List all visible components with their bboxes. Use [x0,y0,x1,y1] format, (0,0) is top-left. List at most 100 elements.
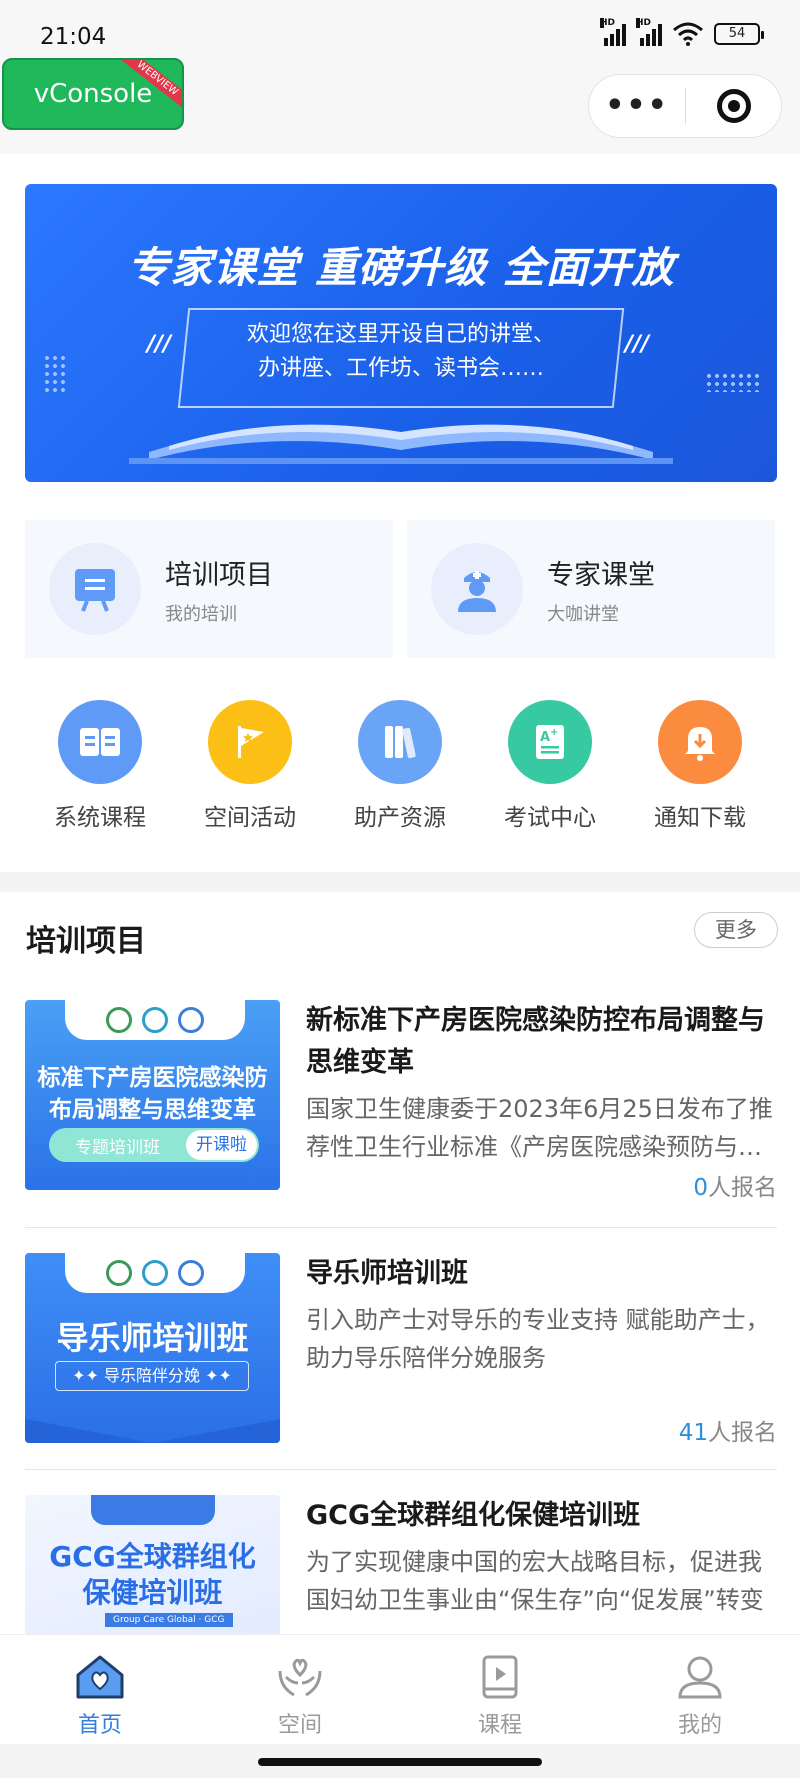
home-indicator[interactable] [258,1758,542,1766]
section-gap [0,872,800,892]
exam-icon: A + [508,700,592,784]
course-book-icon [482,1655,518,1699]
doctor-icon [431,543,523,635]
card-title: 专家课堂 [547,559,655,591]
tab-label: 首页 [77,1713,122,1738]
item-description: 国家卫生健康委于2023年6月25日发布了推荐性卫生行业标准《产房医院感染预防与… [306,1095,773,1161]
status-bar: 21:04 HD HD 54 [0,0,800,60]
flag-icon [208,700,292,784]
course-thumbnail: 导乐师培训班 ✦✦ 导乐陪伴分娩 ✦✦ [25,1253,280,1443]
card-subtitle: 我的培训 [165,603,237,625]
wifi-icon [673,22,703,46]
status-time: 21:04 [40,24,107,50]
more-button[interactable]: 更多 [694,912,778,948]
open-book-icon [129,424,673,464]
nav-label: 空间活动 [204,805,296,831]
quick-nav: 系统课程 空间活动 助产资源 A + 考试中心 通知下载 [0,700,800,832]
svg-text:+: + [550,727,558,738]
thumb-text: 布局调整与思维变革 [49,1097,256,1123]
close-mini-program-button[interactable] [686,89,781,123]
section-title: 培训项目 [26,924,146,959]
thumb-decor [25,1419,280,1443]
mini-program-capsule: ••• [588,74,782,138]
list-item[interactable]: GCG全球群组化 保健培训班 Group Care Global · GCG G… [25,1495,777,1634]
item-description: 为了实现健康中国的宏大战略目标，促进我国妇幼卫生事业由“保生存”向“促发展”转变 [306,1548,764,1614]
card-training-project[interactable]: 培训项目 我的培训 [25,520,393,658]
signal-icon: HD [636,18,662,46]
divider [25,1469,777,1470]
book-icon [58,700,142,784]
enroll-count: 0人报名 [693,1168,777,1202]
tab-courses[interactable]: 课程 [400,1635,600,1744]
course-thumbnail: 标准下产房医院感染防 布局调整与思维变革 专题培训班 开课啦 [25,1000,280,1190]
banner-subtitle: 欢迎您在这里开设自己的讲堂、 办讲座、工作坊、读书会…… [175,318,627,386]
thumb-text: 保健培训班 [82,1576,223,1609]
home-icon [76,1655,124,1699]
thumb-text: GCG全球群组化 [49,1540,256,1573]
org-logos [91,1495,215,1525]
training-board-icon [49,543,141,635]
nav-midwifery-resources[interactable]: 助产资源 [325,700,475,832]
enroll-count: 41人报名 [679,1413,777,1447]
thumb-tag: 专题培训班 开课啦 [49,1128,259,1162]
decor-slashes: /// [625,332,650,357]
nav-label: 通知下载 [654,805,746,831]
user-icon [678,1656,722,1699]
banner-sub-line: 办讲座、工作坊、读书会…… [257,356,544,381]
hd-label: HD [636,18,652,28]
list-item[interactable]: 导乐师培训班 ✦✦ 导乐陪伴分娩 ✦✦ 导乐师培训班 引入助产士对导乐的专业支持… [25,1253,777,1446]
banner-headline: 专家课堂 重磅升级 全面开放 [127,243,675,292]
item-title: 新标准下产房医院感染防控布局调整与思维变革 [306,1005,765,1078]
enroll-number: 0 [693,1175,708,1201]
tab-home[interactable]: 首页 [0,1635,200,1744]
decor-dots [705,372,763,392]
enroll-suffix: 人报名 [708,1175,777,1201]
thumb-text: 导乐师培训班 [56,1319,249,1357]
item-title: 导乐师培训班 [306,1258,468,1289]
books-icon [358,700,442,784]
signal-icon: HD [600,18,626,46]
list-item[interactable]: 标准下产房医院感染防 布局调整与思维变革 专题培训班 开课啦 新标准下产房医院感… [25,1000,777,1201]
course-thumbnail: GCG全球群组化 保健培训班 Group Care Global · GCG [25,1495,280,1634]
thumb-tag: Group Care Global · GCG [105,1613,233,1627]
status-icons: HD HD 54 [600,18,764,46]
svg-text:A: A [540,730,550,745]
nav-notice-download[interactable]: 通知下载 [625,700,775,832]
tab-label: 我的 [677,1713,722,1738]
decor-dots [43,354,69,394]
tab-space[interactable]: 空间 [200,1635,400,1744]
thumb-tag-text: 开课啦 [186,1130,257,1160]
thumb-text: 标准下产房医院感染防 [37,1065,268,1091]
tab-mine[interactable]: 我的 [600,1635,800,1744]
thumb-tag: ✦✦ 导乐陪伴分娩 ✦✦ [55,1361,249,1391]
nav-exam-center[interactable]: A + 考试中心 [475,700,625,832]
vconsole-button[interactable]: vConsole WEBVIEW [2,58,184,130]
item-description: 引入助产士对导乐的专业支持 赋能助产士，助力导乐陪伴分娩服务 [306,1306,770,1372]
tab-label: 空间 [277,1713,322,1738]
enroll-number: 41 [678,1420,708,1446]
tab-label: 课程 [477,1713,522,1738]
nav-label: 系统课程 [54,805,146,831]
hd-label: HD [600,18,616,28]
battery-icon: 54 [714,23,764,45]
nav-label: 考试中心 [504,805,596,831]
org-logos [65,1000,245,1040]
divider [25,1227,777,1228]
more-menu-button[interactable]: ••• [589,91,685,121]
nav-label: 助产资源 [354,805,446,831]
enroll-suffix: 人报名 [708,1420,777,1446]
card-expert-classroom[interactable]: 专家课堂 大咖讲堂 [407,520,775,658]
item-title: GCG全球群组化保健培训班 [306,1500,641,1531]
decor-slashes: /// [147,332,172,357]
heart-hands-icon [278,1658,322,1697]
card-subtitle: 大咖讲堂 [547,603,619,625]
bell-icon [658,700,742,784]
banner-sub-line: 欢迎您在这里开设自己的讲堂、 [246,322,555,347]
promo-banner[interactable]: 专家课堂 重磅升级 全面开放 /// /// 欢迎您在这里开设自己的讲堂、 办讲… [25,184,777,482]
nav-system-courses[interactable]: 系统课程 [25,700,175,832]
target-icon [716,89,751,123]
vconsole-label: vConsole [33,79,153,109]
bottom-tab-bar: 首页 空间 课程 我的 [0,1634,800,1744]
nav-space-activities[interactable]: 空间活动 [175,700,325,832]
org-logos [65,1253,245,1293]
